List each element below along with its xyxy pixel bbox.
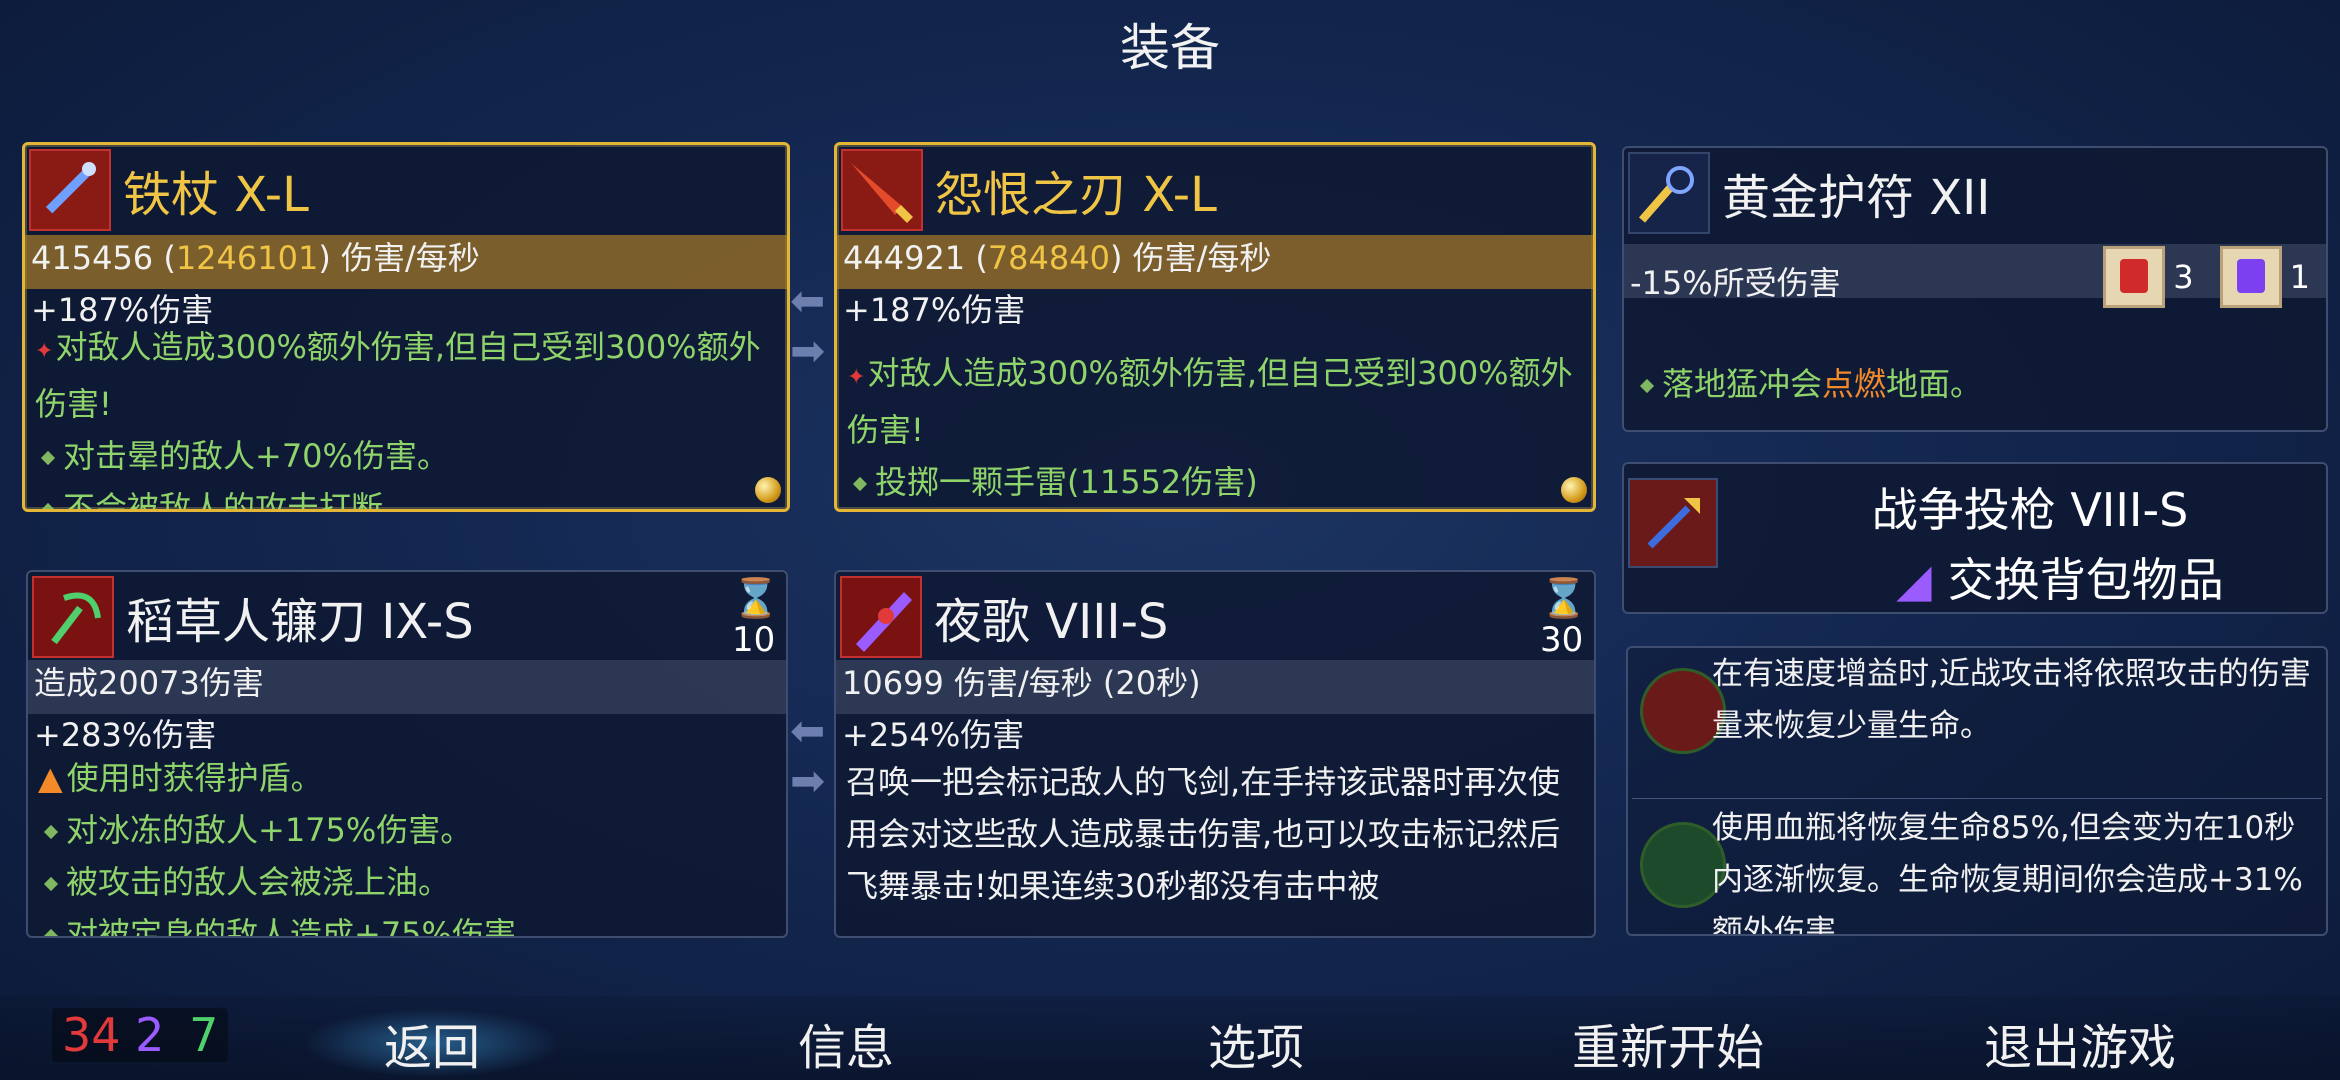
spear-name: 战争投枪 VIII-S [1871,483,2189,537]
amulet-name: 黄金护符 XII [1722,170,1991,226]
backpack-swap-icon: ◢ [1896,553,1932,607]
amulet-stat: -15%所受伤害 [1630,264,1841,302]
skill-damage: 造成20073伤害 [34,664,264,702]
weapon-desc: ✦对敌人造成300%额外伤害,但自己受到300%额外伤害! 投掷一颗手雷(115… [847,354,1573,501]
quit-game-button[interactable]: 退出游戏 [1950,1008,2210,1078]
gold-orb-icon [1561,477,1587,503]
weapon-desc: ✦对敌人造成300%额外伤害,但自己受到300%额外伤害! 对击晕的敌人+70%… [35,321,777,509]
skill-slot-1[interactable]: 稻草人镰刀 IX-S ⌛ 10 造成20073伤害 +283%伤害 ▲ 使用时获得… [26,570,788,938]
swap-right-arrow-icon: ➡ [790,326,826,375]
iron-staff-icon [29,149,111,231]
red-scroll-icon [2103,246,2166,308]
night-song-icon [840,576,922,658]
skill-bonus: +283%伤害 [34,716,217,754]
amulet-icon [1628,152,1710,234]
scythe-icon [32,576,114,658]
item-effects: 在有速度增益时,近战攻击将依照攻击的伤害量来恢复少量生命。 使用血瓶将恢复生命8… [1626,646,2328,936]
skill-name: 稻草人镰刀 IX-S [126,594,474,650]
page-title: 装备 [1120,19,1220,77]
resource-counters: 34 2 7 [52,1008,229,1062]
green-count: 7 [189,1008,219,1062]
skill-damage: 10699 伤害/每秒 (20秒) [842,664,1201,702]
list-item: 使用血瓶将恢复生命85%,但会变为在10秒内逐渐恢复。生命恢复期间你会造成+31… [1632,802,2322,934]
list-item: 在有速度增益时,近战攻击将依照攻击的伤害量来恢复少量生命。 [1632,648,2322,799]
hourglass-icon: ⌛ [732,576,780,620]
swap-right-arrow-icon: ➡ [790,756,826,805]
swap-left-arrow-icon: ⬅ [790,706,826,755]
skill-slot-2[interactable]: 夜歌 VIII-S ⌛ 30 10699 伤害/每秒 (20秒) +254%伤害… [834,570,1596,938]
cooldown: ⌛ 10 [732,576,780,660]
weapon-name: 铁杖 X-L [123,167,309,223]
info-button[interactable]: 信息 [716,1008,976,1078]
weapon-bonus: +187%伤害 [843,291,1026,329]
back-button[interactable]: 返回 [302,1008,562,1078]
weapon-slot-2[interactable]: 怨恨之刃 X-L 444921 (784840) 伤害/每秒 +187%伤害 ✦… [834,142,1596,512]
skill-name: 夜歌 VIII-S [934,594,1169,650]
skill-bonus: +254%伤害 [842,716,1025,754]
amulet-slot[interactable]: 黄金护符 XII -15%所受伤害 3 1 落地猛冲会点燃地面。 [1622,146,2328,432]
cooldown: ⌛ 30 [1540,576,1588,660]
red-count: 34 [62,1008,121,1062]
scroll-counts: 3 1 [2103,246,2310,308]
swap-left-arrow-icon: ⬅ [790,276,826,325]
weapon-slot-1[interactable]: 铁杖 X-L 415456 (1246101) 伤害/每秒 +187%伤害 ✦对… [22,142,790,512]
skill-desc: 召唤一把会标记敌人的飞剑,在手持该武器时再次使用会对这些敌人造成暴击伤害,也可以… [846,763,1561,905]
restart-button[interactable]: 重新开始 [1538,1008,1798,1078]
weapon-name: 怨恨之刃 X-L [935,167,1217,223]
spear-icon [1628,478,1718,568]
purple-count: 2 [135,1008,165,1062]
weapon-dps: 444921 (784840) 伤害/每秒 [843,239,1272,277]
spear-slot[interactable]: 战争投枪 VIII-S ◢ 交换背包物品 [1622,462,2328,614]
swap-backpack[interactable]: ◢ 交换背包物品 [1794,544,2326,610]
hourglass-icon: ⌛ [1540,576,1588,620]
amulet-desc: 落地猛冲会点燃地面。 [1634,358,2316,410]
options-button[interactable]: 选项 [1126,1008,1386,1078]
weapon-dps: 415456 (1246101) 伤害/每秒 [31,239,480,277]
skill-desc: ▲ 使用时获得护盾。 对冰冻的敌人+175%伤害。 被攻击的敌人会被浇上油。 对被… [38,752,776,936]
gold-orb-icon [755,477,781,503]
blade-icon [841,149,923,231]
purple-scroll-icon [2219,246,2282,308]
